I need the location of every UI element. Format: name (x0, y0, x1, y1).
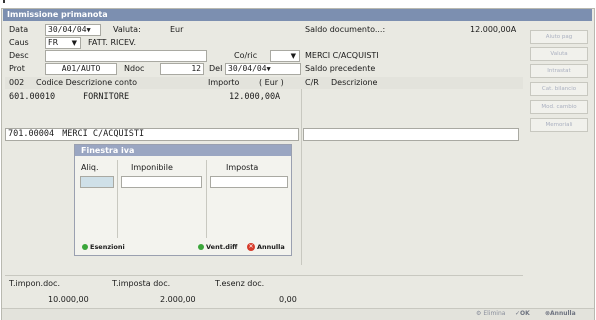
desc-label: Desc (9, 51, 29, 60)
totals-divider (5, 275, 523, 276)
coric-dropdown-icon[interactable]: ▼ (291, 51, 296, 61)
annulla-button[interactable]: ⊗Annulla (545, 308, 576, 320)
row2-edit-field[interactable]: 701.00004 MERCI C/ACQUISTI (5, 128, 299, 141)
elimina-button[interactable]: ⚙ Elimina (476, 308, 505, 320)
annulla-dialog-button[interactable]: ✕ Annulla (247, 241, 285, 253)
row2-code: 701.00004 (8, 129, 55, 139)
caus-select[interactable]: FR ▼ (45, 37, 81, 49)
desc-input[interactable] (45, 50, 207, 62)
t-imponibile-value: 10.000,00 (48, 295, 89, 304)
mod-cambio-button[interactable]: Mod. cambio (530, 100, 588, 114)
iva-col-sep-1 (117, 160, 118, 238)
row1-description-field[interactable] (303, 89, 519, 102)
ndoc-label: Ndoc (124, 64, 145, 73)
top-mark (3, 0, 5, 3)
iva-dialog-title: Finestra iva (75, 145, 291, 156)
cancel-icon: ✕ (247, 243, 255, 251)
grid-col-seq: 002 (9, 78, 25, 87)
data-label: Data (9, 25, 29, 34)
t-esenz-value: 0,00 (279, 295, 297, 304)
grid-col-amount: Importo (208, 78, 240, 87)
iva-col-imposta: Imposta (226, 163, 259, 172)
intrastat-button[interactable]: Intrastat (530, 64, 588, 78)
grid-col-cr: C/R (305, 78, 319, 87)
row1-desc: FORNITORE (83, 92, 130, 102)
vent-diff-button[interactable]: Vent.diff (198, 241, 237, 253)
grid-col-description: Descrizione (331, 78, 378, 87)
saldo-precedente-label: Saldo precedente (305, 64, 376, 73)
green-dot-icon (82, 244, 88, 250)
del-calendar-dropdown-icon[interactable]: ▼ (267, 65, 271, 73)
window-title: Immissione primanota (3, 9, 592, 21)
iva-col-sep-2 (206, 160, 207, 238)
row2-desc: MERCI C/ACQUISTI (62, 129, 145, 139)
valuta-label: Valuta: (113, 25, 141, 34)
caus-label: Caus (9, 38, 29, 47)
iva-col-aliq: Aliq. (81, 163, 99, 172)
row1-code: 601.00010 (9, 92, 56, 102)
calendar-dropdown-icon[interactable]: ▼ (87, 26, 91, 34)
esenzioni-button[interactable]: Esenzioni (82, 241, 125, 253)
cat-bilancio-button[interactable]: Cat. bilancio (530, 82, 588, 96)
coric-select[interactable]: ▼ (270, 50, 300, 62)
iva-aliq-input[interactable] (80, 176, 114, 188)
prot-input[interactable]: A01/AUTO (45, 63, 117, 75)
prot-label: Prot (9, 64, 25, 73)
valuta-value: Eur (170, 25, 184, 34)
iva-col-imponibile: Imponibile (131, 163, 173, 172)
valuta-button[interactable]: Valuta (530, 47, 588, 61)
grid-col-code: Codice Descrizione conto (36, 78, 138, 87)
grid-col-currency: ( Eur ) (259, 78, 284, 87)
data-field[interactable]: 30/04/04▼ (45, 24, 101, 36)
grid-divider (301, 89, 302, 265)
saldo-documento-value: 12.000,00A (470, 25, 517, 34)
row1-amount: 12.000,00A (229, 92, 281, 102)
memoriali-button[interactable]: Memoriali (530, 118, 588, 132)
row2-description-field[interactable] (303, 128, 519, 141)
t-imposta-value: 2.000,00 (160, 295, 196, 304)
caus-dropdown-icon[interactable]: ▼ (72, 38, 77, 48)
coric-description: MERCI C/ACQUISTI (305, 51, 379, 60)
elimina-icon: ⚙ (476, 310, 482, 317)
aiuto-pag-button[interactable]: Aiuto pag (530, 30, 588, 44)
green-dot-icon (198, 244, 204, 250)
del-date-field[interactable]: 30/04/04▼ (225, 63, 301, 75)
t-imponibile-label: T.impon.doc. (9, 279, 60, 288)
ok-button[interactable]: ✓OK (515, 308, 530, 320)
iva-dialog (74, 144, 292, 256)
coric-label: Co/ric (234, 51, 258, 60)
caus-description: FATT. RICEV. (88, 38, 137, 47)
t-esenz-label: T.esenz doc. (215, 279, 265, 288)
iva-imposta-input[interactable] (210, 176, 288, 188)
saldo-documento-label: Saldo documento...: (305, 25, 386, 34)
t-imposta-label: T.imposta doc. (112, 279, 171, 288)
iva-imponibile-input[interactable] (121, 176, 202, 188)
del-label: Del (209, 64, 223, 73)
ndoc-input[interactable]: 12 (160, 63, 204, 75)
